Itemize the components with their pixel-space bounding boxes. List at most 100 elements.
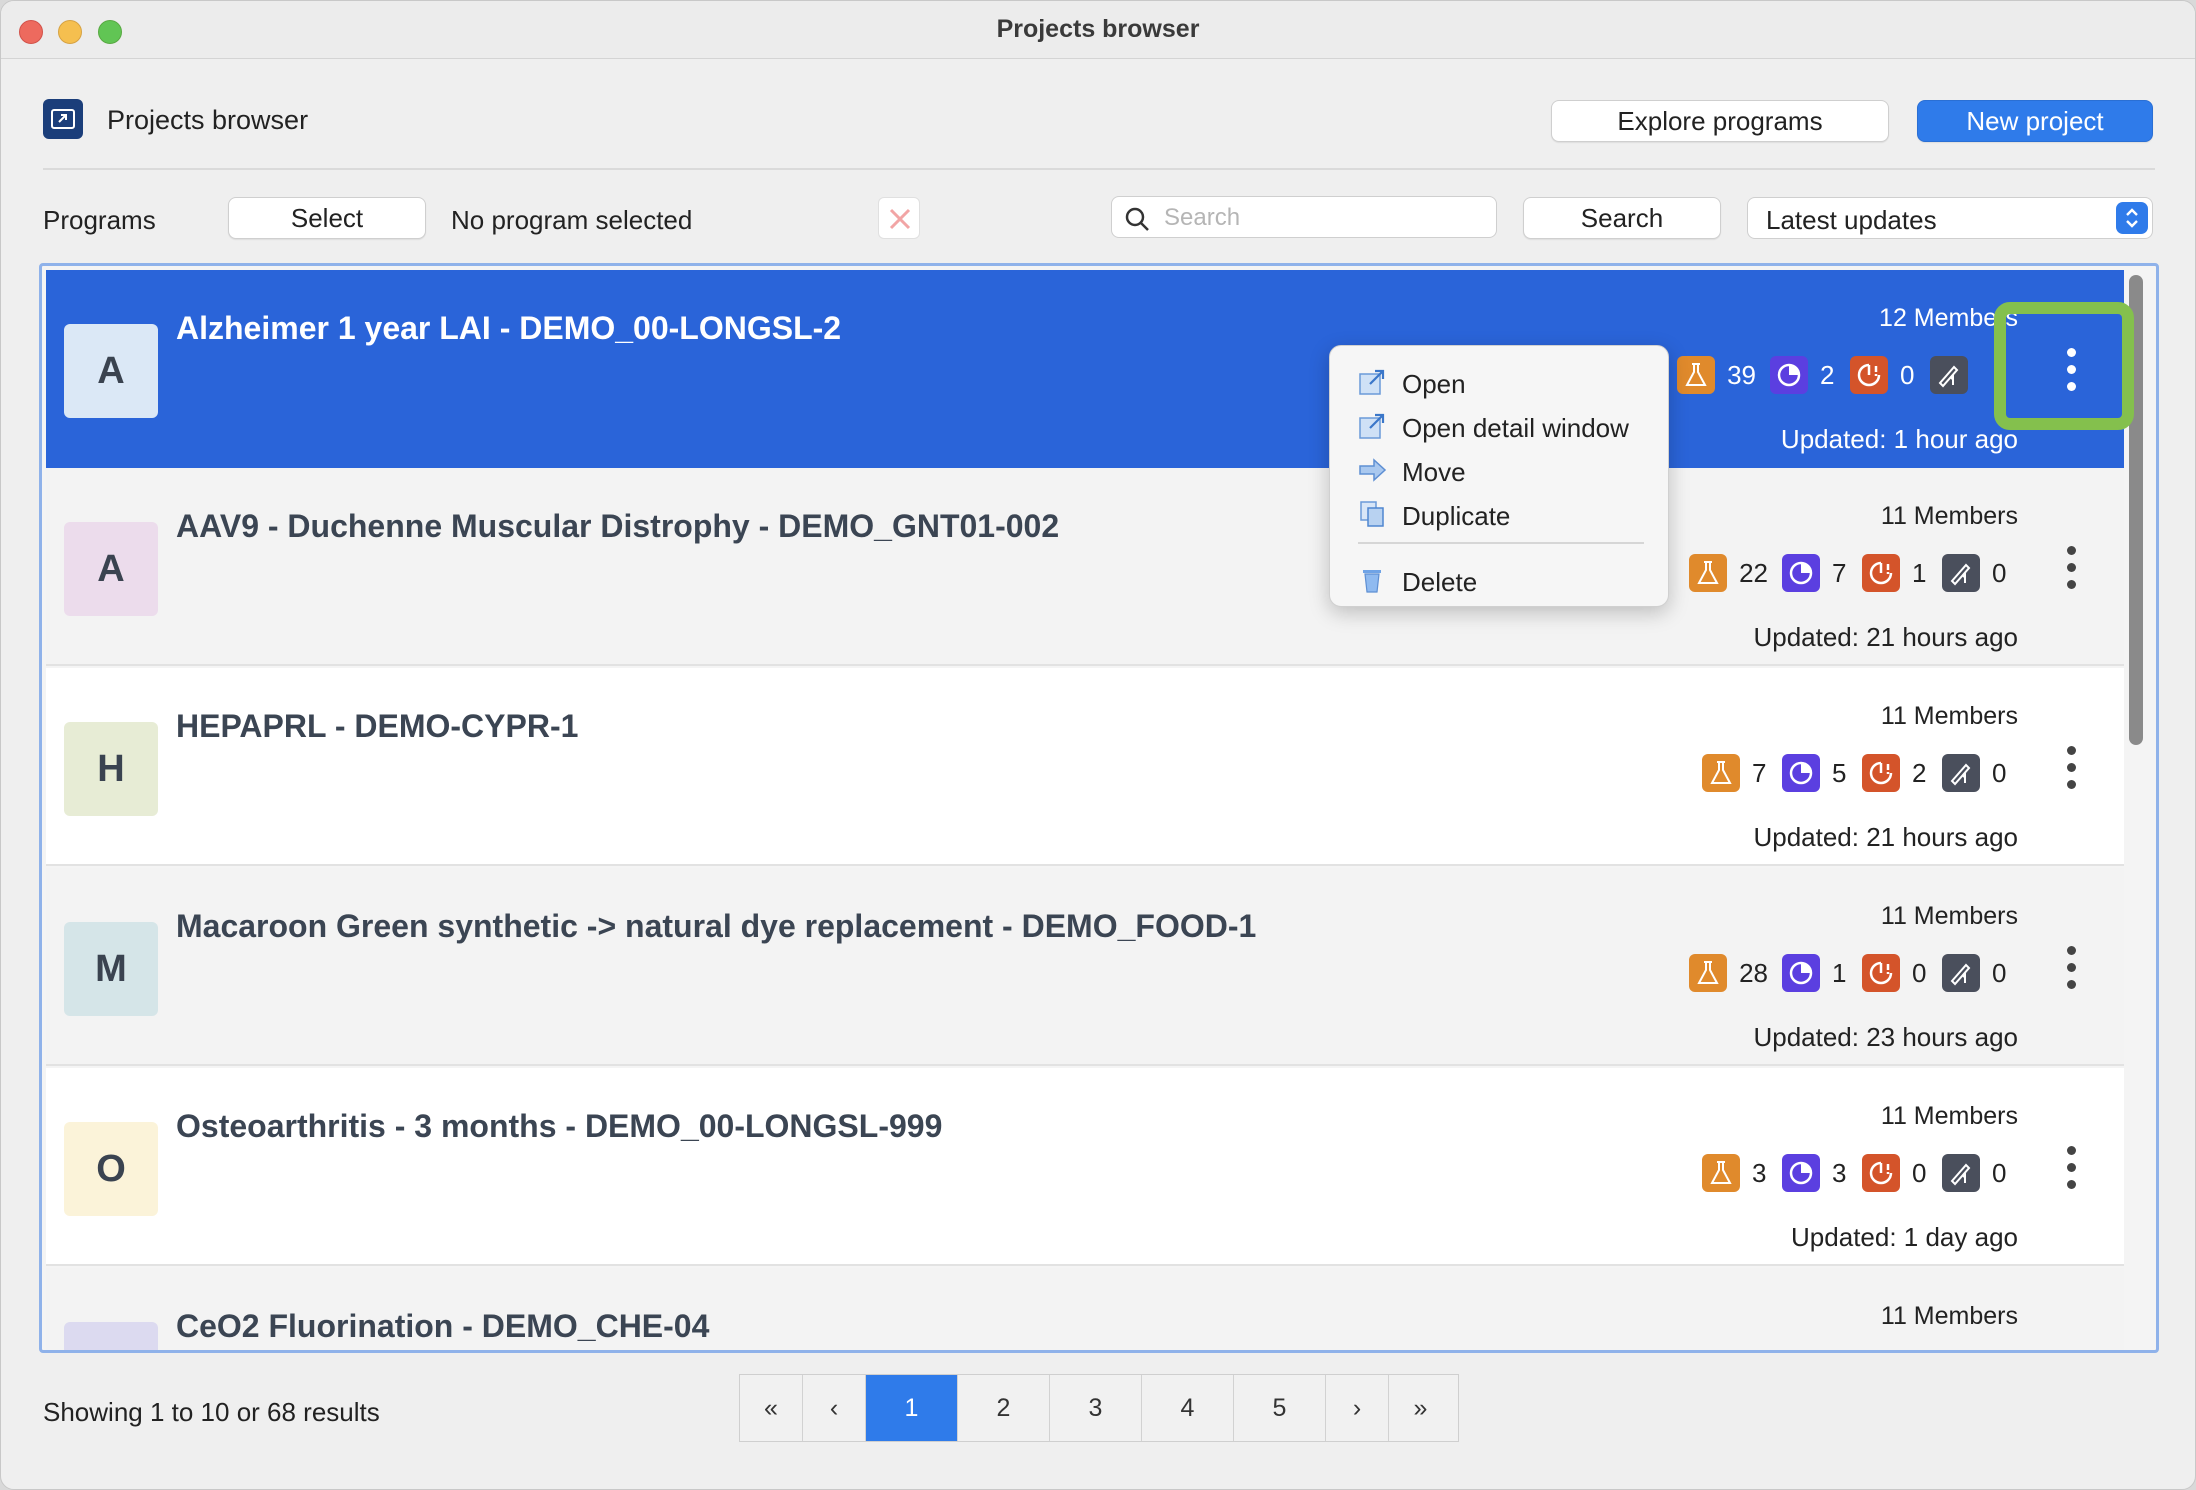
open-external-icon (1358, 412, 1386, 440)
project-title[interactable]: CeO2 Fluorination - DEMO_CHE-04 (176, 1308, 709, 1345)
experiments-count: 22 (1739, 557, 1768, 588)
page-button[interactable]: 5 (1234, 1375, 1326, 1441)
project-row[interactable]: H HEPAPRL - DEMO-CYPR-1 11 Members 7 5 2… (46, 668, 2124, 866)
project-row[interactable]: A AAV9 - Duchenne Muscular Distrophy - D… (46, 468, 2124, 666)
project-row[interactable]: CeO2 Fluorination - DEMO_CHE-04 11 Membe… (46, 1268, 2124, 1350)
project-stats: 22 7 1 0 (1675, 554, 2008, 592)
select-program-button[interactable]: Select (228, 197, 426, 239)
project-title[interactable]: Osteoarthritis - 3 months - DEMO_00-LONG… (176, 1108, 942, 1145)
signatures-count: 0 (1992, 957, 2007, 988)
flask-icon (1677, 356, 1716, 394)
members-count: 11 Members (1880, 502, 2018, 530)
signatures-count: 0 (1992, 1157, 2007, 1188)
more-options-icon[interactable] (2056, 538, 2086, 598)
flask-icon (1689, 554, 1728, 592)
first-page-button[interactable]: « (740, 1375, 803, 1441)
signature-pen-icon (1942, 554, 1980, 592)
project-stats: 28 1 0 0 (1675, 954, 2008, 992)
search-field[interactable] (1111, 196, 1497, 238)
updated-time: Updated: 1 hour ago (1780, 424, 2018, 454)
page-button[interactable]: 1 (866, 1375, 958, 1441)
pie-progress-icon (1782, 954, 1820, 992)
project-row[interactable]: M Macaroon Green synthetic -> natural dy… (46, 868, 2124, 1066)
project-title[interactable]: AAV9 - Duchenne Muscular Distrophy - DEM… (176, 508, 1059, 545)
menu-item-open[interactable]: Open (1330, 360, 1668, 404)
projects-list[interactable]: A Alzheimer 1 year LAI - DEMO_00-LONGSL-… (39, 263, 2159, 1353)
menu-separator (1358, 542, 1644, 544)
in-progress-count: 7 (1832, 557, 1847, 588)
arrow-right-icon (1358, 456, 1387, 484)
signature-pen-icon (1942, 1154, 1980, 1192)
app-window: Projects browser Projects browser Explor… (0, 0, 2196, 1490)
more-options-icon[interactable] (2056, 738, 2086, 798)
menu-item-delete[interactable]: Delete (1330, 558, 1668, 602)
pie-progress-icon (1782, 1154, 1820, 1192)
sort-dropdown[interactable]: Latest updates (1747, 197, 2153, 239)
more-options-highlight (1994, 302, 2134, 430)
clear-program-button[interactable] (878, 197, 920, 239)
sort-selected-value: Latest updates (1766, 205, 1937, 235)
members-count: 11 Members (1880, 1102, 2018, 1130)
flask-icon (1702, 754, 1740, 792)
explore-programs-button[interactable]: Explore programs (1551, 100, 1889, 142)
more-options-icon[interactable] (2056, 938, 2086, 998)
experiments-count: 28 (1739, 957, 1768, 988)
project-context-menu: Open Open detail window Move Duplicate D… (1329, 345, 1669, 607)
project-title[interactable]: Macaroon Green synthetic -> natural dye … (176, 908, 1256, 945)
overdue-clock-icon (1862, 954, 1900, 992)
overdue-count: 0 (1900, 359, 1915, 390)
more-options-icon[interactable] (2056, 1138, 2086, 1198)
overdue-count: 2 (1912, 757, 1927, 788)
overdue-count: 1 (1912, 557, 1927, 588)
signature-pen-icon (1930, 356, 1968, 394)
updated-time: Updated: 21 hours ago (1753, 822, 2018, 852)
project-row[interactable]: A Alzheimer 1 year LAI - DEMO_00-LONGSL-… (46, 270, 2124, 468)
title-bar: Projects browser (1, 1, 2195, 59)
project-title[interactable]: HEPAPRL - DEMO-CYPR-1 (176, 708, 578, 745)
pagination: « ‹ 1 2 3 4 5 › » (739, 1374, 1459, 1442)
menu-item-move[interactable]: Move (1330, 448, 1668, 492)
last-page-button[interactable]: » (1389, 1375, 1452, 1441)
pie-progress-icon (1770, 356, 1808, 394)
overdue-clock-icon (1862, 754, 1900, 792)
project-stats: 3 3 0 0 (1688, 1154, 2008, 1192)
search-icon (1125, 207, 1149, 231)
duplicate-icon (1358, 500, 1386, 528)
next-page-button[interactable]: › (1326, 1375, 1389, 1441)
project-avatar (64, 1322, 158, 1350)
project-avatar: A (64, 324, 158, 418)
page-button[interactable]: 3 (1050, 1375, 1142, 1441)
results-summary: Showing 1 to 10 or 68 results (43, 1397, 380, 1427)
clear-x-icon (889, 208, 911, 230)
programs-label: Programs (43, 205, 156, 235)
members-count: 11 Members (1880, 702, 2018, 730)
window-title: Projects browser (996, 15, 1200, 43)
overdue-clock-icon (1850, 356, 1888, 394)
page-button[interactable]: 4 (1142, 1375, 1234, 1441)
updated-time: Updated: 21 hours ago (1753, 622, 2018, 652)
project-stats: 39 2 0 (1663, 356, 1996, 394)
overdue-clock-icon (1862, 1154, 1900, 1192)
project-avatar: M (64, 922, 158, 1016)
signature-pen-icon (1942, 954, 1980, 992)
in-progress-count: 3 (1832, 1157, 1847, 1188)
pie-progress-icon (1782, 754, 1820, 792)
menu-item-open-detail-window[interactable]: Open detail window (1330, 404, 1668, 448)
project-avatar: H (64, 722, 158, 816)
menu-item-duplicate[interactable]: Duplicate (1330, 492, 1668, 536)
members-count: 11 Members (1880, 902, 2018, 930)
overdue-count: 0 (1912, 957, 1927, 988)
flask-icon (1702, 1154, 1740, 1192)
page-button[interactable]: 2 (958, 1375, 1050, 1441)
previous-page-button[interactable]: ‹ (803, 1375, 866, 1441)
project-avatar: O (64, 1122, 158, 1216)
overdue-clock-icon (1862, 554, 1900, 592)
project-title[interactable]: Alzheimer 1 year LAI - DEMO_00-LONGSL-2 (176, 310, 841, 347)
project-row[interactable]: O Osteoarthritis - 3 months - DEMO_00-LO… (46, 1068, 2124, 1266)
project-avatar: A (64, 522, 158, 616)
experiments-count: 7 (1752, 757, 1767, 788)
search-input[interactable] (1164, 203, 1484, 233)
new-project-button[interactable]: New project (1917, 100, 2153, 142)
experiments-count: 3 (1752, 1157, 1767, 1188)
search-button[interactable]: Search (1523, 197, 1721, 239)
